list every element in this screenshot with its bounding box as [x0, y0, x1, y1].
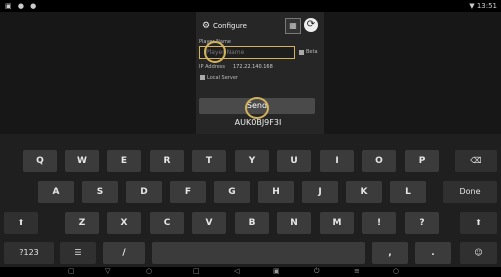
key-m[interactable]: M [320, 212, 354, 234]
key-n[interactable]: N [277, 212, 311, 234]
home-icon[interactable]: ○ [146, 267, 152, 275]
screenshot-icon[interactable]: ▢ [68, 267, 75, 275]
key-z[interactable]: Z [65, 212, 99, 234]
keyboard-settings-icon: ☰ [74, 248, 82, 257]
ip-address-label: IP Address [199, 64, 225, 70]
tap-indicator-player-name [204, 41, 226, 63]
navigation-bar [0, 267, 501, 277]
local-server-checkbox[interactable] [200, 75, 205, 80]
key-k[interactable]: K [346, 181, 382, 203]
done-key[interactable]: Done [443, 181, 497, 203]
key-v[interactable]: V [192, 212, 226, 234]
key-o[interactable]: O [362, 150, 396, 172]
status-icons-left: ▣ ● ● [5, 2, 39, 10]
symbols-key[interactable]: ?123 [4, 242, 54, 264]
key-question[interactable]: ? [405, 212, 439, 234]
shift-key-left[interactable]: ⬆ [4, 212, 38, 234]
panel-title: Configure [213, 22, 247, 30]
key-i[interactable]: I [320, 150, 354, 172]
key-p[interactable]: P [405, 150, 439, 172]
volume-down-icon[interactable]: ◁ [234, 267, 239, 275]
refresh-icon[interactable]: ⟳ [304, 18, 318, 32]
key-slash[interactable]: / [103, 242, 145, 264]
tap-indicator-send [245, 97, 269, 119]
key-q[interactable]: Q [23, 150, 57, 172]
gear-icon: ⚙ [202, 21, 211, 31]
key-a[interactable]: A [38, 181, 74, 203]
qr-code-icon[interactable]: ▦ [285, 18, 301, 34]
emoji-icon: ☺ [474, 248, 483, 257]
key-g[interactable]: G [214, 181, 250, 203]
ip-address-value: 172.22.140.168 [233, 64, 273, 70]
shift-key-right[interactable]: ⬆ [460, 212, 497, 234]
key-e[interactable]: E [107, 150, 141, 172]
shift-icon: ⬆ [17, 218, 25, 227]
key-b[interactable]: B [235, 212, 269, 234]
menu-icon[interactable]: ≡ [354, 267, 360, 275]
key-d[interactable]: D [126, 181, 162, 203]
key-y[interactable]: Y [235, 150, 269, 172]
status-icons-right: ▼ 13:51 [469, 2, 497, 10]
key-t[interactable]: T [192, 150, 226, 172]
assistant-icon[interactable]: ○ [393, 267, 399, 275]
emoji-key[interactable]: ☺ [460, 242, 497, 264]
key-exclamation[interactable]: ! [362, 212, 396, 234]
status-bar: ▣ ● ● ▼ 13:51 [0, 0, 501, 12]
settings-key[interactable]: ☰ [60, 242, 96, 264]
volume-up-icon[interactable]: ▣ [273, 267, 280, 275]
local-server-label: Local Server [207, 75, 238, 81]
shift-icon: ⬆ [475, 218, 482, 227]
key-period[interactable]: . [415, 242, 451, 264]
keyboard-hide-icon[interactable]: ▽ [105, 267, 110, 275]
key-r[interactable]: R [150, 150, 184, 172]
key-f[interactable]: F [170, 181, 206, 203]
backspace-icon: ⌫ [470, 156, 482, 165]
key-l[interactable]: L [390, 181, 426, 203]
power-icon[interactable]: ⏻ [314, 267, 320, 276]
key-j[interactable]: J [302, 181, 338, 203]
key-s[interactable]: S [82, 181, 118, 203]
key-x[interactable]: X [107, 212, 141, 234]
key-u[interactable]: U [277, 150, 311, 172]
key-h[interactable]: H [258, 181, 294, 203]
key-w[interactable]: W [65, 150, 99, 172]
recents-icon[interactable]: □ [193, 267, 200, 275]
device-code: AUK0BJ9F3I [234, 118, 282, 127]
backspace-key[interactable]: ⌫ [455, 150, 497, 172]
beta-label: Beta [306, 49, 318, 55]
key-comma[interactable]: , [372, 242, 408, 264]
key-c[interactable]: C [150, 212, 184, 234]
beta-checkbox[interactable] [299, 50, 304, 55]
space-key[interactable] [152, 242, 365, 264]
